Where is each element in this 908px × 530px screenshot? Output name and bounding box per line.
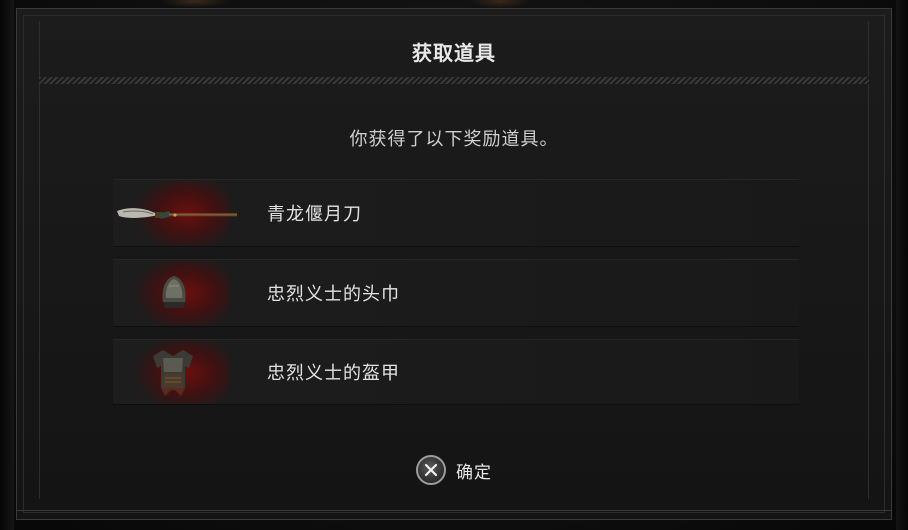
background-detail [470, 0, 530, 8]
reward-icon-frame [113, 260, 243, 326]
game-screen: 获取道具 你获得了以下奖励道具。 青龙偃月刀 忠烈义士的头巾 忠烈义士的盔甲 确… [0, 0, 908, 530]
background-edge [896, 0, 908, 530]
reward-item[interactable]: 忠烈义士的头巾 [113, 259, 799, 327]
confirm-prompt[interactable]: 确定 [17, 455, 891, 485]
title-divider [39, 77, 869, 84]
cross-glyph-icon [424, 463, 438, 477]
armor-icon [153, 350, 193, 396]
helmet-icon [162, 276, 186, 308]
background-detail [160, 0, 230, 8]
dialog-frame [17, 510, 891, 511]
reward-list: 青龙偃月刀 忠烈义士的头巾 忠烈义士的盔甲 [113, 179, 799, 417]
reward-icon-frame [113, 180, 243, 246]
reward-item[interactable]: 忠烈义士的盔甲 [113, 339, 799, 405]
reward-name: 青龙偃月刀 [267, 204, 362, 225]
dialog-title: 获取道具 [412, 41, 496, 65]
glaive-icon [117, 208, 237, 219]
background-edge [0, 0, 14, 530]
reward-name: 忠烈义士的头巾 [267, 284, 400, 305]
item-reward-dialog: 获取道具 你获得了以下奖励道具。 青龙偃月刀 忠烈义士的头巾 忠烈义士的盔甲 确… [16, 8, 892, 520]
confirm-label[interactable]: 确定 [456, 458, 492, 483]
reward-name: 忠烈义士的盔甲 [267, 363, 400, 384]
reward-item[interactable]: 青龙偃月刀 [113, 179, 799, 247]
reward-icon-frame [113, 340, 243, 404]
cross-button-icon[interactable] [416, 455, 446, 485]
dialog-subtitle: 你获得了以下奖励道具。 [349, 129, 559, 150]
